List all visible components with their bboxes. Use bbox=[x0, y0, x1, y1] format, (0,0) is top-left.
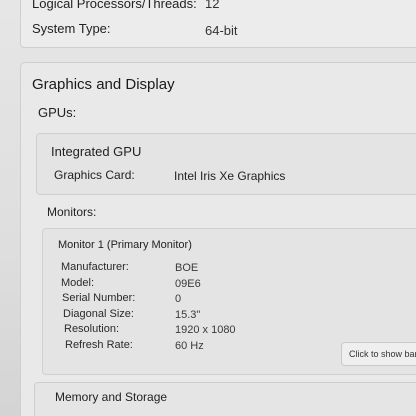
system-type-value: 64-bit bbox=[205, 23, 238, 38]
integrated-gpu-card bbox=[36, 133, 416, 195]
monitor-row-value: 0 bbox=[175, 293, 182, 305]
gpus-label: GPUs: bbox=[38, 105, 77, 120]
logical-processors-label: Logical Processors/Threads: bbox=[32, 0, 197, 11]
system-info-screen: Logical Processors/Threads: 12 System Ty… bbox=[0, 0, 416, 416]
show-bar-button[interactable]: Click to show bar bbox=[341, 342, 416, 366]
monitor-row-label: Serial Number: bbox=[62, 292, 136, 304]
monitors-label: Monitors: bbox=[47, 205, 97, 219]
monitor-row-label: Diagonal Size: bbox=[63, 308, 134, 320]
monitor-row-value: BOE bbox=[175, 262, 199, 274]
memory-storage-title: Memory and Storage bbox=[55, 390, 168, 404]
graphics-card-label: Graphics Card: bbox=[54, 168, 135, 182]
system-type-label: System Type: bbox=[32, 21, 111, 36]
integrated-gpu-title: Integrated GPU bbox=[51, 144, 142, 159]
monitor-row-label: Model: bbox=[61, 277, 95, 289]
monitor-row-label: Refresh Rate: bbox=[65, 339, 133, 351]
monitor-row-value: 15.3" bbox=[175, 309, 201, 321]
logical-processors-value: 12 bbox=[205, 0, 220, 11]
monitor-row-value: 1920 x 1080 bbox=[175, 324, 236, 336]
monitor-1-title: Monitor 1 (Primary Monitor) bbox=[58, 239, 192, 251]
monitor-row-label: Manufacturer: bbox=[61, 261, 129, 273]
monitor-row-value: 09E6 bbox=[175, 278, 201, 290]
graphics-card-value: Intel Iris Xe Graphics bbox=[174, 169, 286, 183]
graphics-section-title: Graphics and Display bbox=[32, 76, 175, 93]
monitor-row-value: 60 Hz bbox=[175, 340, 204, 352]
monitor-row-label: Resolution: bbox=[64, 323, 120, 335]
